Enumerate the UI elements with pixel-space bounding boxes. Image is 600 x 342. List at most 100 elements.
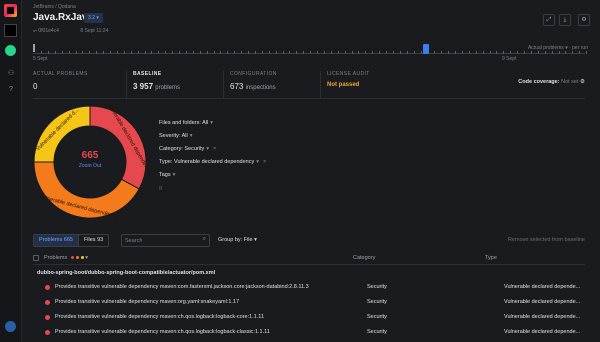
stat-license-audit[interactable]: LICENSE AUDIT Not passed — [320, 71, 420, 99]
timeline-selected-run[interactable] — [423, 44, 429, 54]
timeline-tick — [96, 51, 98, 54]
timeline-tick — [234, 51, 236, 54]
timeline-tick — [144, 51, 146, 54]
timeline-tick — [337, 51, 339, 54]
problem-type: Vulnerable declared depende... — [504, 299, 581, 305]
timeline-tick — [137, 51, 139, 54]
timeline-tick — [510, 51, 512, 54]
clear-category-icon[interactable]: × — [213, 146, 216, 152]
timeline-tick — [344, 51, 346, 54]
timeline-tick — [54, 51, 56, 54]
users-icon[interactable]: ⚇ — [7, 70, 15, 78]
col-problems[interactable]: Problems ▾ — [44, 255, 88, 261]
chevron-down-icon: ▾ — [256, 159, 259, 165]
tab-files[interactable]: Files 93 — [77, 235, 108, 246]
timeline-end-label: 9 Sept — [502, 56, 517, 62]
group-by-dropdown[interactable]: Group by: File ▾ — [218, 237, 257, 243]
timeline-tick — [123, 51, 125, 54]
col-category[interactable]: Category — [353, 255, 375, 261]
remove-from-baseline-button[interactable]: Remove selected from baseline — [508, 237, 585, 243]
help-icon[interactable]: ? — [7, 86, 15, 94]
group-file-path[interactable]: dubbo-spring-boot/dubbo-spring-boot-comp… — [37, 270, 215, 276]
timeline-tick — [392, 51, 394, 54]
timeline-tick — [130, 51, 132, 54]
problem-type: Vulnerable declared depende... — [504, 329, 581, 335]
commit-hash: ⟜ 0f01e4c4 — [33, 28, 59, 34]
timeline-tick — [586, 51, 588, 54]
timeline-tick — [351, 51, 353, 54]
tab-problems[interactable]: Problems 665 — [34, 235, 78, 246]
search-input[interactable] — [122, 235, 194, 246]
commit-meta: ⟜ 0f01e4c4 8 Sept 11:24 — [33, 28, 118, 34]
stat-baseline[interactable]: BASELINE 3 957 problems — [126, 71, 222, 99]
timeline-tick — [227, 51, 229, 54]
timeline-tick — [496, 51, 498, 54]
problem-category: Security — [367, 329, 387, 335]
donut-count: 665 — [81, 150, 99, 161]
error-icon — [45, 315, 50, 320]
timeline-tick — [75, 51, 77, 54]
timeline-tick — [268, 51, 270, 54]
select-all-checkbox[interactable] — [33, 255, 39, 261]
problem-category: Security — [367, 284, 387, 290]
timeline-tick — [524, 51, 525, 54]
timeline-tick — [116, 51, 118, 54]
timeline-start-label: 5 Sept — [33, 56, 48, 62]
table-row[interactable]: Provides transitive vulnerable dependenc… — [33, 329, 585, 340]
breadcrumb[interactable]: JetBrains / Qodana — [33, 4, 76, 10]
timeline-tick — [192, 51, 194, 54]
problem-category: Security — [367, 314, 387, 320]
problem-type: Vulnerable declared depende... — [504, 284, 581, 290]
error-icon — [45, 285, 50, 290]
bookmark-icon[interactable]: ⌑ — [159, 186, 162, 192]
timeline-tick — [213, 51, 215, 54]
bottom-app-icon[interactable] — [5, 321, 16, 332]
main-content: JetBrains / Qodana Java.RxJava 3.2 ▾ ⟜ 0… — [22, 0, 600, 342]
stat-actual-problems[interactable]: ACTUAL PROBLEMS 0 — [33, 71, 125, 99]
avatar[interactable] — [5, 45, 16, 56]
donut-center: 665 Zoom Out — [30, 150, 150, 169]
version-label: 3.2 — [88, 15, 95, 21]
timeline-tick — [103, 51, 105, 54]
code-coverage[interactable]: Code coverage: Not set ⚙ — [518, 79, 585, 85]
project-icon[interactable] — [4, 24, 17, 37]
chevron-down-icon: ▾ — [210, 120, 213, 126]
chevron-down-icon: ▾ — [189, 133, 193, 139]
share-button[interactable]: ⤢ — [543, 14, 555, 26]
timeline-tick — [158, 51, 160, 54]
filter-category[interactable]: Category: Security ▾ × — [159, 146, 216, 152]
stat-configuration[interactable]: CONFIGURATION 673 inspections — [223, 71, 319, 99]
timeline-tick — [475, 51, 477, 54]
zoom-out-link[interactable]: Zoom Out — [30, 163, 150, 169]
severity-dot-critical — [70, 256, 74, 260]
filter-files[interactable]: Files and folders: All ▾ — [159, 120, 213, 126]
error-icon — [45, 330, 50, 335]
filter-type[interactable]: Type: Vulnerable declared dependency ▾ × — [159, 159, 266, 165]
clear-type-icon[interactable]: × — [263, 159, 266, 165]
timeline-tick — [489, 51, 491, 54]
download-button[interactable]: ⤓ — [559, 14, 571, 26]
timeline-tick — [185, 51, 187, 54]
table-row[interactable]: Provides transitive vulnerable dependenc… — [33, 284, 585, 295]
problems-donut-chart[interactable]: vulnerable declared dependency Vulnerable… — [30, 102, 152, 222]
timeline-tick — [358, 51, 360, 54]
timeline-start-marker — [33, 44, 35, 52]
timeline-tick — [406, 51, 408, 54]
filter-tags[interactable]: Tags ▾ — [159, 172, 175, 178]
timeline-tick — [310, 51, 312, 54]
timeline-tick — [165, 51, 167, 54]
problem-category: Security — [367, 299, 387, 305]
col-type[interactable]: Type — [485, 255, 497, 261]
version-badge[interactable]: 3.2 ▾ — [84, 13, 103, 23]
filter-severity[interactable]: Severity: All ▾ — [159, 133, 193, 139]
commit-date: 8 Sept 11:24 — [80, 28, 109, 34]
table-row[interactable]: Provides transitive vulnerable dependenc… — [33, 299, 585, 310]
qodana-logo[interactable] — [4, 4, 17, 17]
timeline-tick — [317, 51, 318, 54]
settings-button[interactable]: ⚙ — [578, 14, 590, 26]
sidebar: ⚇ ? — [0, 0, 22, 342]
timeline-tick — [551, 51, 553, 54]
timeline-tick — [261, 51, 263, 54]
table-row[interactable]: Provides transitive vulnerable dependenc… — [33, 314, 585, 325]
timeline-tick — [379, 51, 381, 54]
